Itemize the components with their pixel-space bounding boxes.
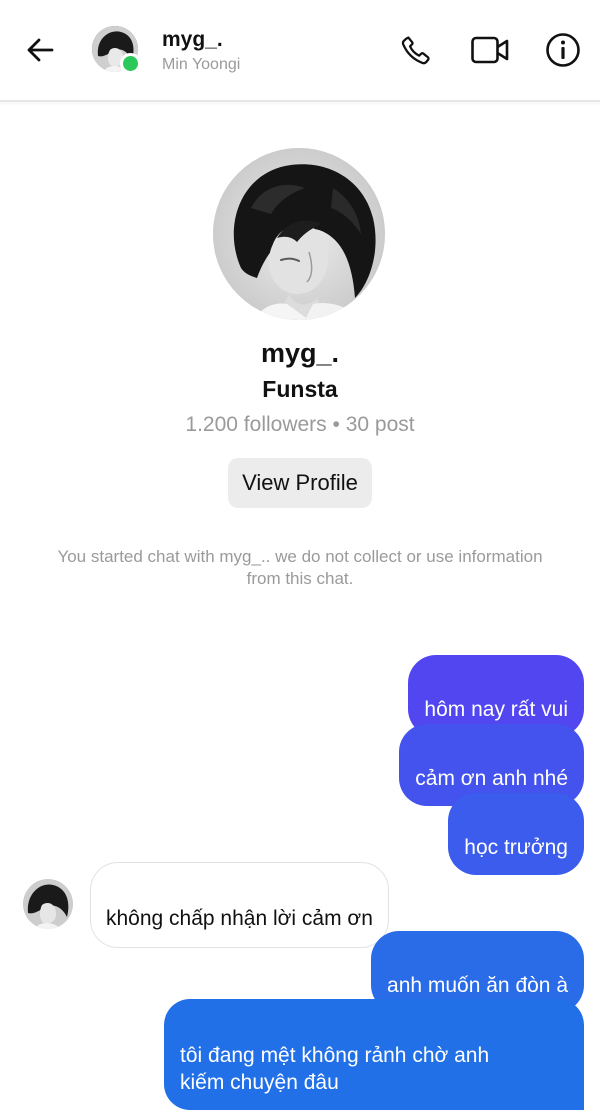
- header-display-name: Min Yoongi: [162, 56, 241, 73]
- view-profile-button[interactable]: View Profile: [228, 458, 372, 508]
- message-text: anh muốn ăn đòn à: [387, 974, 568, 997]
- profile-stats: 1.200 followers • 30 post: [185, 413, 415, 436]
- incoming-message-bubble[interactable]: không chấp nhận lời cảm ơn: [90, 862, 389, 948]
- profile-username: myg_.: [260, 338, 340, 368]
- chat-header: myg_. Min Yoongi: [0, 0, 600, 102]
- message-text: học trưởng: [464, 836, 568, 859]
- phone-icon: [401, 36, 430, 65]
- info-icon: [546, 33, 580, 67]
- profile-photo[interactable]: [213, 148, 385, 320]
- back-arrow-icon: [27, 38, 54, 62]
- chat-privacy-notice: You started chat with myg_.. we do not c…: [57, 547, 543, 588]
- video-camera-icon: [471, 36, 509, 64]
- voice-call-button[interactable]: [396, 30, 436, 70]
- header-username[interactable]: myg_.: [162, 28, 223, 52]
- message-text: cảm ơn anh nhé: [415, 767, 568, 790]
- back-button[interactable]: [22, 30, 58, 70]
- profile-account-label: Funsta: [262, 376, 338, 402]
- header-avatar[interactable]: [92, 26, 141, 74]
- outgoing-message-bubble[interactable]: học trưởng: [448, 793, 584, 875]
- online-status-dot: [120, 53, 141, 74]
- message-text: hôm nay rất vui: [424, 698, 568, 721]
- message-text: không chấp nhận lời cảm ơn: [106, 907, 373, 930]
- conversation-info-button[interactable]: [543, 30, 583, 70]
- video-call-button[interactable]: [470, 30, 510, 70]
- sender-avatar[interactable]: [23, 879, 73, 929]
- outgoing-message-bubble[interactable]: tôi đang mệt không rảnh chờ anh kiếm chu…: [164, 999, 584, 1110]
